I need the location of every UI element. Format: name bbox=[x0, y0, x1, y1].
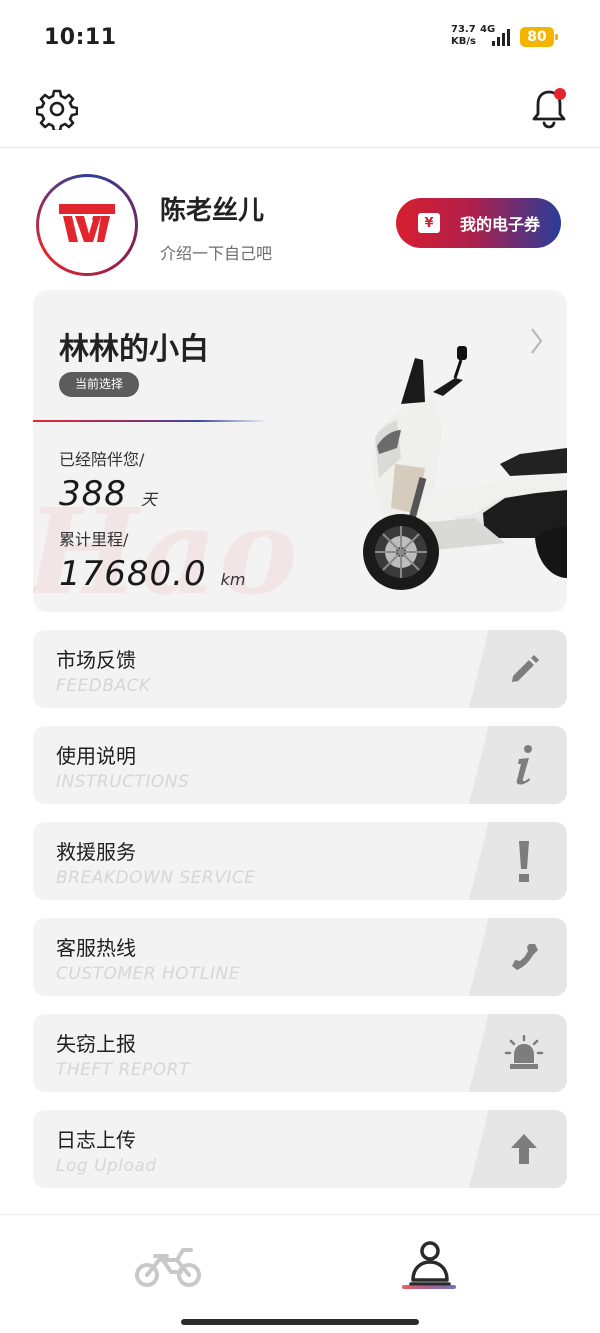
info-icon bbox=[516, 745, 532, 785]
menu-item-log-upload[interactable]: 日志上传 Log Upload bbox=[33, 1110, 567, 1188]
menu-item-subtitle: Log Upload bbox=[56, 1156, 157, 1176]
home-indicator bbox=[181, 1319, 419, 1325]
network-speed: 73.7 KB/s bbox=[451, 24, 476, 48]
days-value: 388 bbox=[59, 474, 127, 514]
tab-vehicle[interactable] bbox=[133, 1237, 203, 1293]
menu-item-subtitle: BREAKDOWN SERVICE bbox=[56, 868, 256, 888]
mileage-value: 17680.0 bbox=[59, 554, 207, 594]
menu-item-title: 失窃上报 bbox=[56, 1032, 136, 1056]
days-unit: 天 bbox=[140, 490, 157, 509]
days-stat: 388 天 bbox=[59, 474, 157, 514]
vehicle-card[interactable]: Hao 林林的小白 当前选择 已经陪伴您/ 388 天 累计里程/ 17680.0… bbox=[33, 290, 567, 612]
motorcycle-icon bbox=[135, 1248, 201, 1287]
pencil-icon bbox=[512, 655, 539, 682]
exclamation-icon bbox=[519, 841, 529, 882]
status-bar: 10:11 73.7 KB/s 4G 80 bbox=[0, 0, 600, 76]
menu-item-subtitle: FEEDBACK bbox=[56, 676, 151, 696]
unread-badge bbox=[554, 88, 566, 100]
mileage-stat: 17680.0 km bbox=[59, 554, 245, 594]
menu-item-customer-hotline[interactable]: 客服热线 CUSTOMER HOTLINE bbox=[33, 918, 567, 996]
nickname[interactable]: 陈老丝儿 bbox=[160, 190, 264, 227]
battery-level: 80 bbox=[527, 29, 547, 45]
my-coupons-label: 我的电子券 bbox=[460, 215, 541, 234]
menu-icon-area bbox=[469, 630, 567, 708]
status-time: 10:11 bbox=[44, 25, 117, 50]
days-label: 已经陪伴您/ bbox=[59, 450, 145, 469]
menu-icon-area bbox=[469, 1014, 567, 1092]
vehicle-name: 林林的小白 bbox=[59, 332, 209, 367]
menu-icon-area bbox=[469, 1110, 567, 1188]
current-selection-badge: 当前选择 bbox=[59, 372, 140, 397]
notification-button[interactable] bbox=[528, 86, 570, 130]
menu-item-instructions[interactable]: 使用说明 INSTRUCTIONS bbox=[33, 726, 567, 804]
menu-item-title: 客服热线 bbox=[56, 936, 136, 960]
profile-icon bbox=[409, 1241, 451, 1286]
menu-item-feedback[interactable]: 市场反馈 FEEDBACK bbox=[33, 630, 567, 708]
coupon-icon: ¥ bbox=[418, 213, 440, 233]
network-speed-unit: KB/s bbox=[451, 36, 476, 47]
active-tab-indicator bbox=[402, 1285, 456, 1289]
menu-icon-area bbox=[469, 822, 567, 900]
scooter-image bbox=[363, 346, 567, 590]
menu-item-title: 救援服务 bbox=[56, 840, 136, 864]
menu-item-title: 日志上传 bbox=[56, 1128, 136, 1152]
w-logo-icon bbox=[59, 204, 115, 242]
menu-item-breakdown-service[interactable]: 救援服务 BREAKDOWN SERVICE bbox=[33, 822, 567, 900]
bottom-nav bbox=[0, 1214, 600, 1333]
top-bar bbox=[0, 76, 600, 148]
menu-item-subtitle: CUSTOMER HOTLINE bbox=[56, 964, 240, 984]
network-speed-value: 73.7 bbox=[451, 24, 476, 35]
upload-arrow-icon bbox=[511, 1134, 537, 1164]
battery-icon: 80 bbox=[520, 27, 558, 47]
my-coupons-button[interactable]: ¥ 我的电子券 bbox=[396, 198, 561, 248]
avatar[interactable] bbox=[36, 174, 138, 276]
menu-item-subtitle: INSTRUCTIONS bbox=[56, 772, 190, 792]
bio[interactable]: 介绍一下自己吧 bbox=[160, 240, 272, 264]
signal-icon bbox=[492, 28, 514, 46]
menu-item-theft-report[interactable]: 失窃上报 THEFT REPORT bbox=[33, 1014, 567, 1092]
phone-icon bbox=[512, 944, 538, 970]
menu-item-title: 市场反馈 bbox=[56, 648, 136, 672]
menu-item-title: 使用说明 bbox=[56, 744, 136, 768]
mileage-unit: km bbox=[220, 570, 246, 589]
profile-section: 陈老丝儿 介绍一下自己吧 ¥ 我的电子券 bbox=[0, 148, 600, 288]
mileage-label: 累计里程/ bbox=[59, 530, 129, 549]
card-divider bbox=[33, 420, 268, 422]
alarm-icon bbox=[504, 1035, 544, 1069]
menu-item-subtitle: THEFT REPORT bbox=[56, 1060, 190, 1080]
menu-icon-area bbox=[469, 918, 567, 996]
menu-icon-area bbox=[469, 726, 567, 804]
settings-button[interactable] bbox=[35, 88, 79, 133]
brand-logo bbox=[39, 177, 135, 273]
gear-icon bbox=[35, 89, 79, 133]
